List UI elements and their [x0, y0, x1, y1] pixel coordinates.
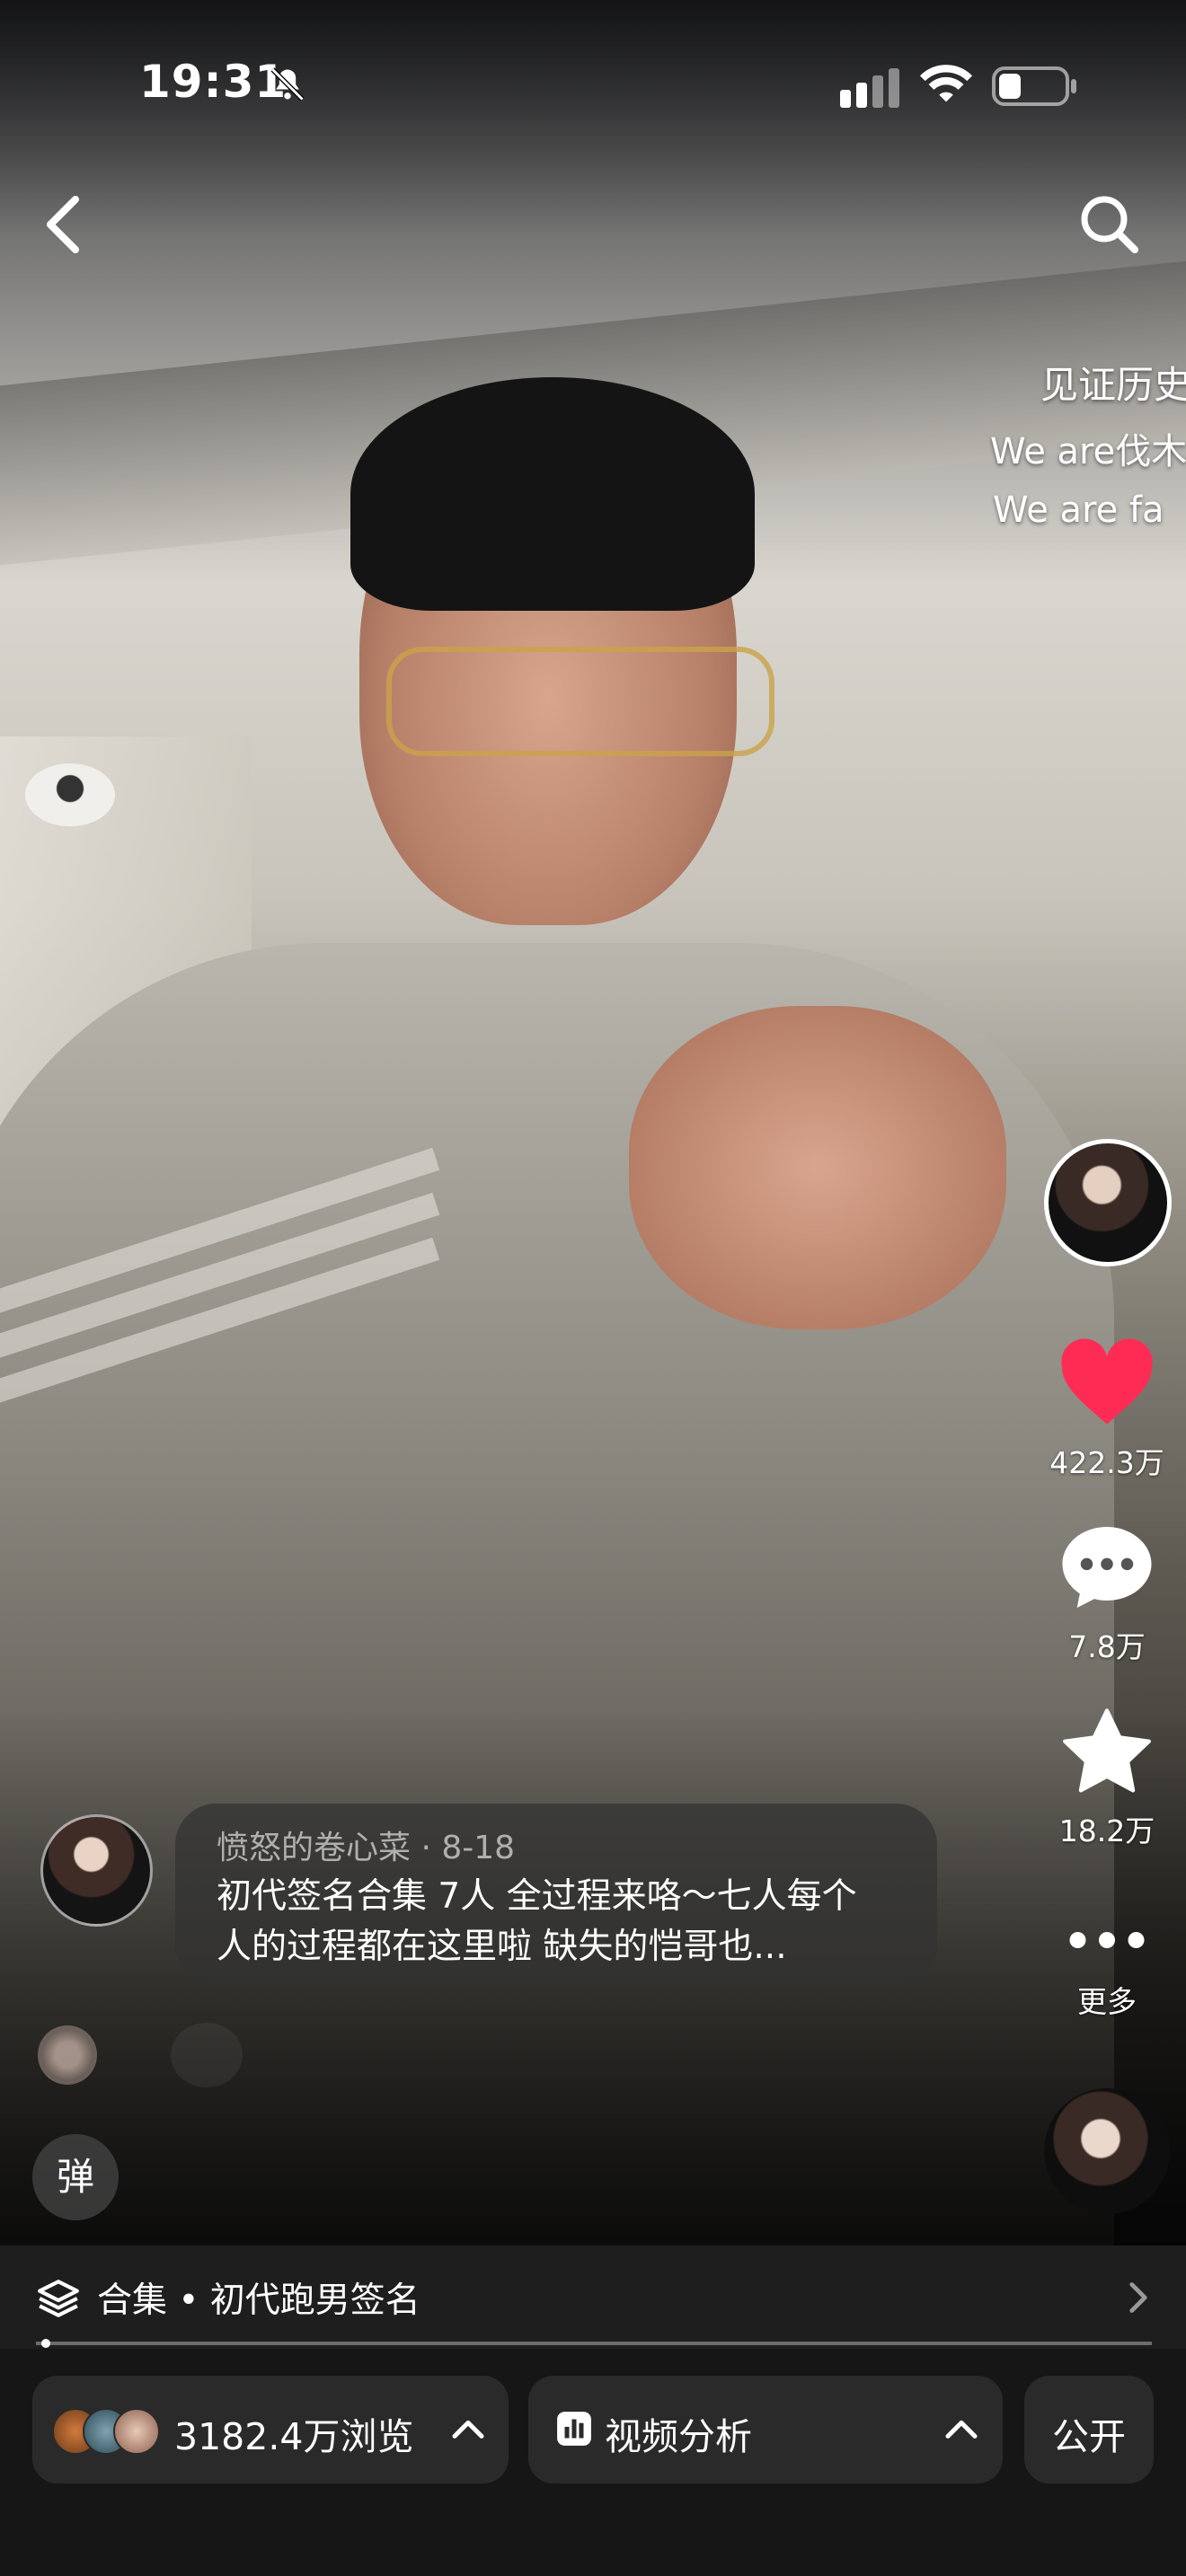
- battery-icon: [992, 66, 1076, 106]
- caption-line: 初代签名合集 7人 全过程来咯～七人每个: [217, 1876, 857, 1917]
- bottom-bar: 3182.4万浏览 视频分析 公开: [0, 2349, 1186, 2576]
- viewer-avatar: [113, 2408, 160, 2455]
- video-analysis-button[interactable]: 视频分析: [528, 2376, 1003, 2483]
- search-icon[interactable]: [1074, 189, 1146, 260]
- star-icon: [1063, 1708, 1151, 1793]
- creator-avatar[interactable]: [1044, 1139, 1172, 1266]
- wifi-icon: [919, 65, 973, 102]
- meta-separator: ·: [420, 1830, 431, 1866]
- chevron-up-icon: [452, 2420, 484, 2439]
- video-overlay-text: We are伐木: [990, 431, 1186, 472]
- caption-line: 人的过程都在这里啦 缺失的恺哥也...: [217, 1927, 787, 1967]
- favorite-count: 18.2万: [1058, 1813, 1155, 1848]
- caption-meta: 愤怒的卷心菜 · 8-18: [217, 1822, 896, 1868]
- more-dots-icon: [1069, 1932, 1145, 1948]
- viewer-mini-avatar: [38, 2025, 97, 2085]
- chevron-right-icon: [1129, 2282, 1147, 2313]
- author-name[interactable]: 愤怒的卷心菜: [217, 1830, 411, 1866]
- video-progress-bar[interactable]: [36, 2339, 1152, 2348]
- video-overlay-text: We are fa: [993, 490, 1164, 531]
- comment-count: 7.8万: [1068, 1629, 1146, 1664]
- collection-label: 合集 • 初代跑男签名: [97, 2280, 420, 2321]
- video-scene-person-hair: [350, 377, 755, 611]
- comment-button[interactable]: 7.8万: [1035, 1522, 1179, 1666]
- like-button[interactable]: 422.3万: [1035, 1338, 1179, 1482]
- danmu-toggle-button[interactable]: 弹: [32, 2134, 119, 2220]
- caption-bubble[interactable]: 愤怒的卷心菜 · 8-18 初代签名合集 7人 全过程来咯～七人每个 人的过程都…: [175, 1804, 937, 1985]
- bar-chart-icon: [557, 2412, 591, 2446]
- video-scene-camera: [25, 763, 115, 826]
- music-disc[interactable]: [1044, 2088, 1170, 2214]
- bell-muted-icon: [270, 67, 305, 101]
- video-analysis-label: 视频分析: [605, 2415, 752, 2458]
- collection-bar[interactable]: 合集 • 初代跑男签名: [0, 2245, 1186, 2349]
- layers-icon: [38, 2280, 79, 2317]
- status-bar: 19:31: [0, 0, 1186, 171]
- chevron-up-icon: [945, 2420, 978, 2439]
- video-scene-glasses: [386, 647, 774, 756]
- more-button[interactable]: 更多: [1035, 1913, 1179, 2021]
- visibility-button[interactable]: 公开: [1024, 2376, 1154, 2483]
- favorite-button[interactable]: 18.2万: [1035, 1707, 1179, 1850]
- like-count: 422.3万: [1049, 1445, 1164, 1480]
- danmu-label: 弹: [56, 2155, 94, 2199]
- danmu-placeholder: [171, 2023, 243, 2087]
- visibility-label: 公开: [1052, 2415, 1126, 2458]
- caption-text: 初代签名合集 7人 全过程来咯～七人每个 人的过程都在这里啦 缺失的恺哥也...: [217, 1872, 896, 1972]
- video-overlay-text: 见证历史: [1040, 363, 1186, 407]
- back-button[interactable]: [36, 189, 90, 260]
- views-button[interactable]: 3182.4万浏览: [32, 2376, 509, 2483]
- author-avatar[interactable]: [40, 1814, 153, 1927]
- post-date: 8-18: [441, 1830, 516, 1866]
- status-time: 19:31: [139, 56, 288, 108]
- cellular-signal-icon: [840, 68, 899, 108]
- more-label: 更多: [1077, 1984, 1137, 2019]
- comment-icon: [1062, 1527, 1152, 1608]
- views-count: 3182.4万浏览: [174, 2415, 414, 2458]
- video-scene-hands: [629, 1006, 1006, 1329]
- heart-icon: [1061, 1338, 1153, 1425]
